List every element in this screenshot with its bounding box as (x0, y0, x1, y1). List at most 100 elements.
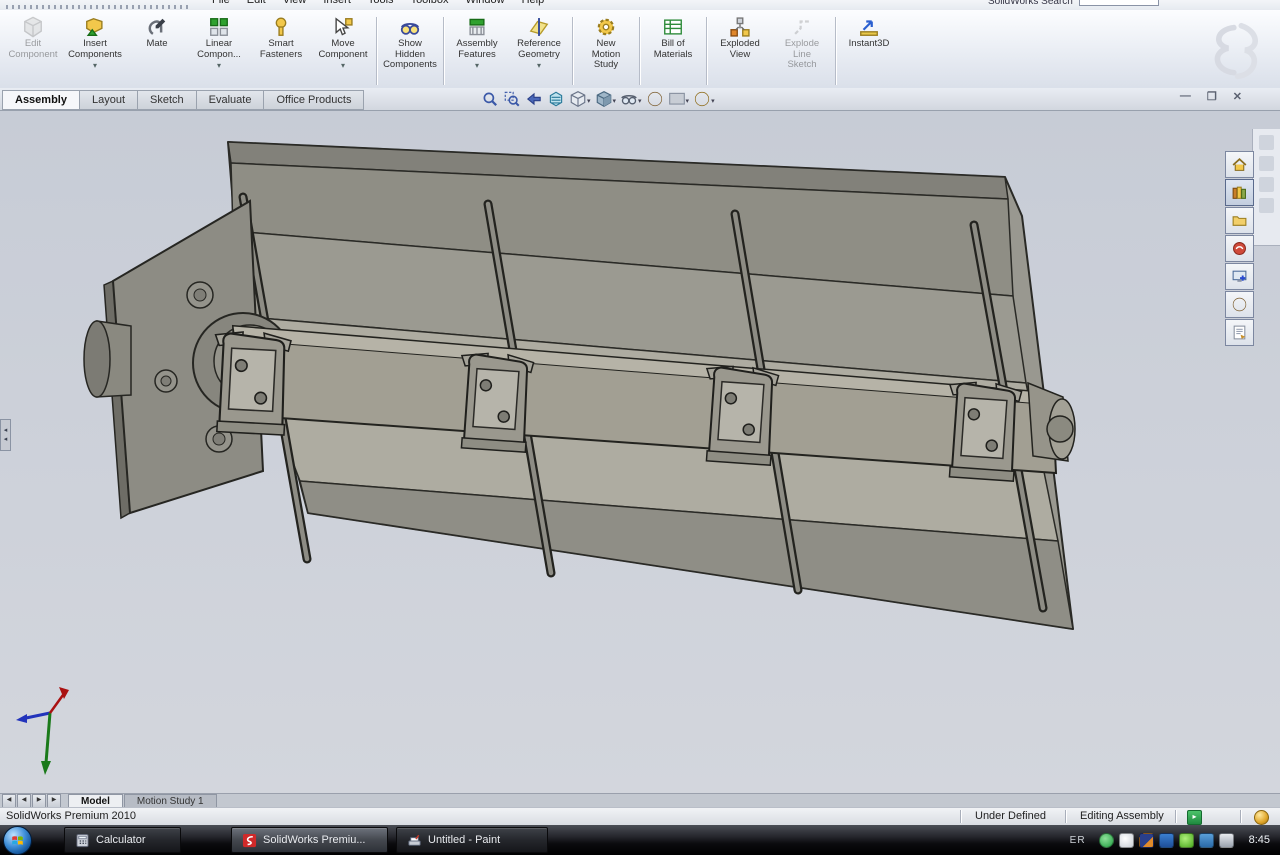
hide-show-items-icon[interactable] (619, 90, 643, 108)
linear-component-pattern-button[interactable]: Linear Compon... (188, 12, 250, 90)
menu-view[interactable]: View (283, 0, 307, 6)
solidworks-search-input[interactable] (1079, 0, 1159, 6)
move-component-button[interactable]: Move Component (312, 12, 374, 90)
mate-icon (146, 16, 168, 38)
restore-icon[interactable] (1207, 90, 1217, 103)
calculator-icon (75, 833, 90, 848)
task-pane-ghost-icon (1259, 135, 1274, 150)
file-explorer-button[interactable] (1225, 207, 1254, 234)
previous-view-icon[interactable] (524, 90, 544, 108)
dropdown-caret-icon[interactable] (341, 60, 345, 71)
search-button[interactable] (1225, 235, 1254, 262)
dropdown-caret-icon[interactable] (217, 60, 221, 71)
assembly-3d-model[interactable] (0, 111, 1280, 793)
explode-line-sketch-button[interactable]: Explode Line Sketch (771, 12, 833, 90)
tray-app-icon[interactable] (1139, 833, 1154, 848)
new-motion-study-button[interactable]: New Motion Study (575, 12, 637, 90)
last-tab-icon[interactable]: ▶ (47, 794, 61, 808)
dropdown-caret-icon[interactable] (93, 60, 97, 71)
tray-network-icon[interactable] (1199, 833, 1214, 848)
toolbar-separator (639, 17, 640, 85)
tab-model[interactable]: Model (68, 794, 123, 808)
tab-assembly[interactable]: Assembly (2, 90, 79, 110)
appearances-scenes-button[interactable] (1225, 291, 1254, 318)
windows-flag-icon (11, 834, 24, 847)
home-icon (1231, 156, 1248, 173)
help-icon[interactable] (1254, 810, 1269, 825)
menu-tools[interactable]: Tools (368, 0, 394, 6)
menu-file[interactable]: File (212, 0, 230, 6)
next-tab-icon[interactable]: ▶ (32, 794, 46, 808)
taskbar-button-paint[interactable]: Untitled - Paint (396, 827, 548, 853)
dropdown-caret-icon[interactable] (475, 60, 479, 71)
tab-office-products[interactable]: Office Products (263, 90, 364, 110)
task-pane-tab-strip (1225, 151, 1254, 346)
tab-motion-study-1[interactable]: Motion Study 1 (124, 794, 217, 808)
view-orientation-icon[interactable] (568, 90, 592, 108)
dassault-systemes-logo (1198, 22, 1264, 87)
start-button[interactable] (3, 826, 32, 855)
tray-update-icon[interactable] (1179, 833, 1194, 848)
tab-layout[interactable]: Layout (79, 90, 137, 110)
tab-evaluate[interactable]: Evaluate (196, 90, 264, 110)
close-icon[interactable] (1233, 90, 1242, 103)
assembly-features-button[interactable]: Assembly Features (446, 12, 508, 90)
right-shaft-stub (1028, 383, 1075, 461)
smart-fasteners-button[interactable]: Smart Fasteners (250, 12, 312, 90)
menu-items: File Edit View Insert Tools Toolbox Wind… (212, 0, 544, 6)
quick-tips-icon[interactable]: ▸ (1187, 810, 1202, 825)
toolbar-separator (443, 17, 444, 85)
task-pane-ghost-icon (1259, 156, 1274, 171)
search-icon (1231, 240, 1248, 257)
minimize-icon[interactable] (1180, 90, 1191, 103)
toolbar-drag-handle (6, 5, 191, 9)
task-pane-ghost-icon (1259, 198, 1274, 213)
first-tab-icon[interactable]: ◀ (2, 794, 16, 808)
apply-scene-icon[interactable] (667, 90, 691, 108)
custom-properties-button[interactable] (1225, 319, 1254, 346)
origin-triad (16, 687, 69, 775)
tray-messenger-icon[interactable] (1119, 833, 1134, 848)
exploded-view-button[interactable]: Exploded View (709, 12, 771, 90)
previous-tab-icon[interactable]: ◀ (17, 794, 31, 808)
reference-geometry-button[interactable]: Reference Geometry (508, 12, 570, 90)
menu-help[interactable]: Help (522, 0, 545, 6)
view-palette-button[interactable] (1225, 263, 1254, 290)
edit-component-button[interactable]: Edit Component (2, 12, 64, 90)
feature-tree-splitter-handle[interactable]: ◂◂ (0, 419, 11, 451)
section-view-icon[interactable] (546, 90, 566, 108)
appearances-icon (1231, 296, 1248, 313)
taskbar-button-calculator[interactable]: Calculator (64, 827, 181, 853)
menu-insert[interactable]: Insert (323, 0, 351, 6)
design-library-button[interactable] (1225, 179, 1254, 206)
instant3d-button[interactable]: Instant3D (838, 12, 900, 90)
taskbar-button-solidworks[interactable]: SolidWorks Premiu... (231, 827, 388, 853)
tab-sketch[interactable]: Sketch (137, 90, 196, 110)
custom-properties-icon (1231, 324, 1248, 341)
task-pane-collapsed (1252, 129, 1280, 246)
tray-antivirus-icon[interactable] (1099, 833, 1114, 848)
view-settings-icon[interactable] (692, 90, 716, 108)
bill-of-materials-button[interactable]: Bill of Materials (642, 12, 704, 90)
assembly-features-icon (466, 16, 488, 38)
zoom-to-area-icon[interactable] (502, 90, 522, 108)
reference-geometry-icon (528, 16, 550, 38)
language-indicator[interactable]: ER (1070, 835, 1086, 846)
menu-window[interactable]: Window (465, 0, 504, 6)
edit-appearance-icon[interactable] (645, 90, 665, 108)
graphics-viewport[interactable]: ◂◂ (0, 111, 1280, 793)
taskbar-clock[interactable]: 8:45 (1249, 834, 1270, 846)
menu-toolbox[interactable]: Toolbox (411, 0, 449, 6)
solidworks-resources-button[interactable] (1225, 151, 1254, 178)
tray-bluetooth-icon[interactable] (1159, 833, 1174, 848)
dropdown-caret-icon[interactable] (537, 60, 541, 71)
explode-line-sketch-icon (791, 16, 813, 38)
insert-components-button[interactable]: Insert Components (64, 12, 126, 90)
zoom-to-fit-icon[interactable] (480, 90, 500, 108)
tray-volume-icon[interactable] (1219, 833, 1234, 848)
display-style-icon[interactable] (594, 90, 618, 108)
menu-edit[interactable]: Edit (247, 0, 266, 6)
show-hidden-components-button[interactable]: Show Hidden Components (379, 12, 441, 90)
mate-button[interactable]: Mate (126, 12, 188, 90)
paint-icon (407, 833, 422, 848)
